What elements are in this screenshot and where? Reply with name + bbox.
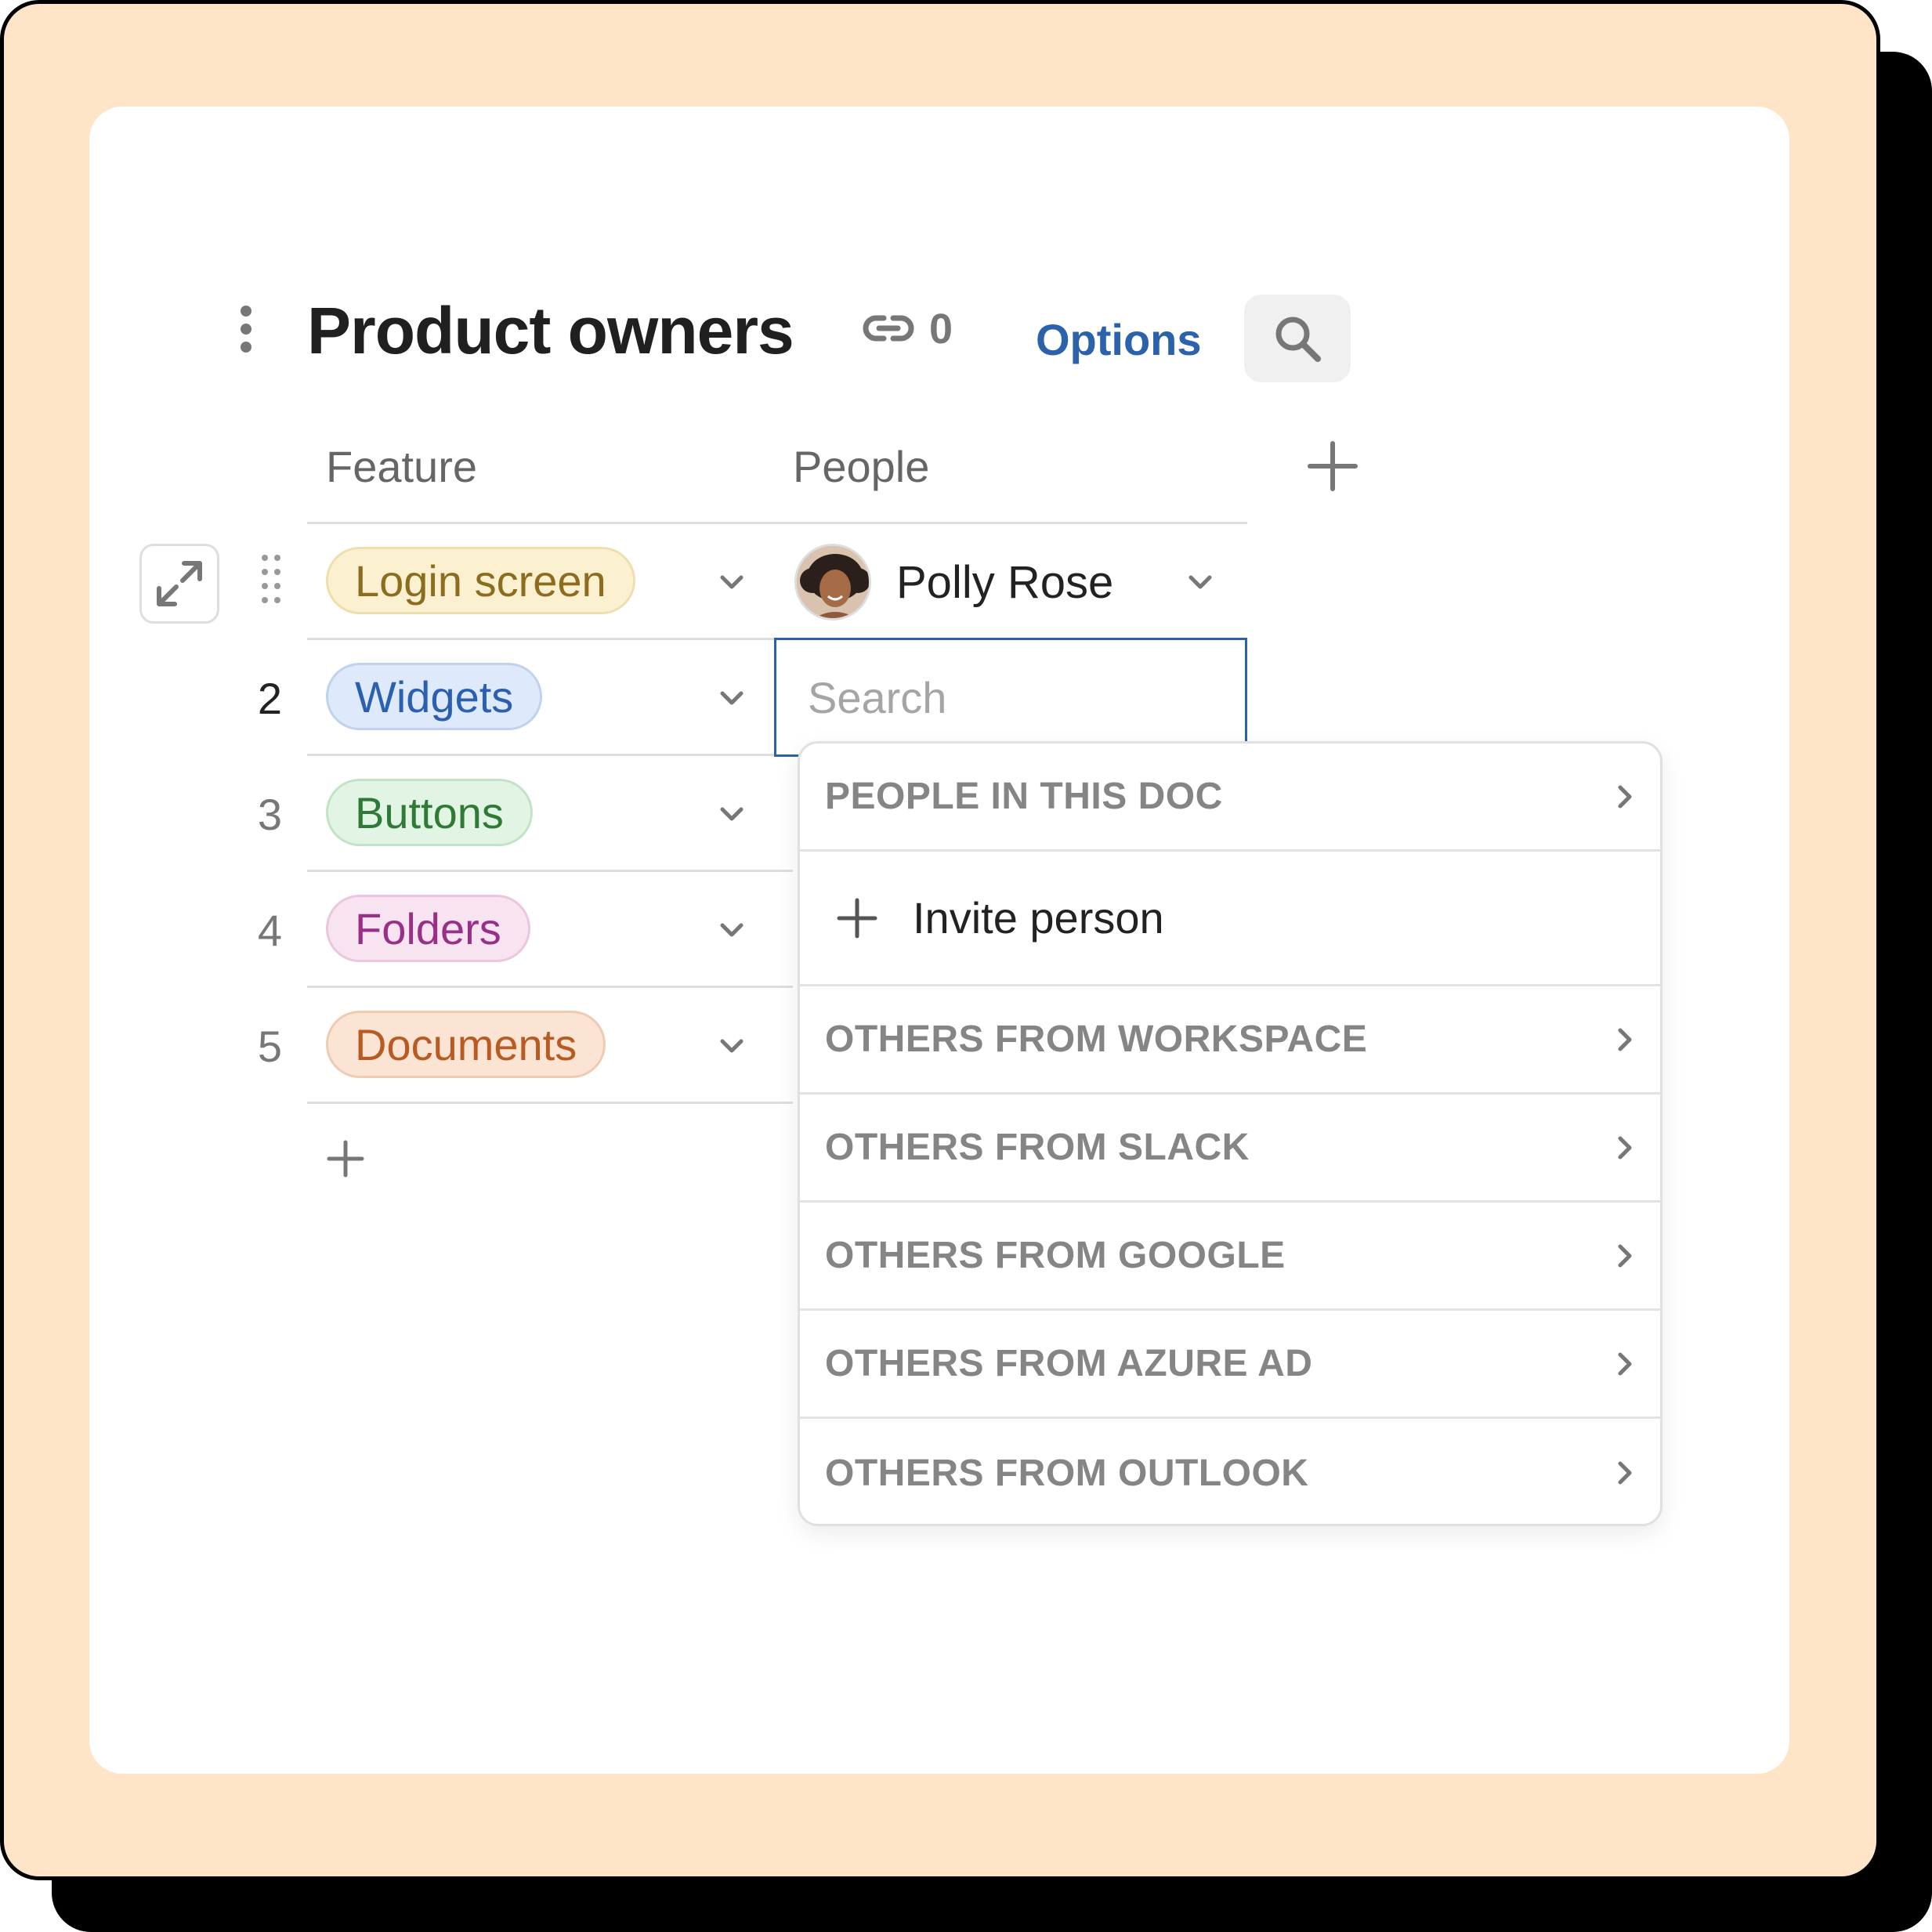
section-label: PEOPLE IN THIS DOC (825, 776, 1223, 817)
chevron-down-icon[interactable] (716, 1034, 747, 1058)
chevron-right-icon (1618, 1136, 1632, 1159)
section-others-from-slack[interactable]: OTHERS FROM SLACK (800, 1094, 1660, 1203)
chevron-down-icon[interactable] (716, 802, 747, 826)
chevron-down-icon[interactable] (716, 570, 747, 594)
section-label: OTHERS FROM AZURE AD (825, 1343, 1313, 1384)
section-label: OTHERS FROM GOOGLE (825, 1235, 1286, 1276)
page-title: Product owners (307, 294, 794, 367)
people-search-input[interactable] (774, 638, 1247, 757)
avatar (794, 544, 871, 620)
chevron-down-icon[interactable] (716, 686, 747, 710)
section-label: OTHERS FROM OUTLOOK (825, 1452, 1309, 1494)
section-label: OTHERS FROM WORKSPACE (825, 1018, 1368, 1060)
row-divider (307, 870, 793, 872)
link-count: 0 (929, 306, 953, 353)
section-others-from-azure-ad[interactable]: OTHERS FROM AZURE AD (800, 1311, 1660, 1419)
header-divider (307, 522, 1247, 524)
section-others-from-workspace[interactable]: OTHERS FROM WORKSPACE (800, 986, 1660, 1094)
person-name[interactable]: Polly Rose (896, 552, 1113, 614)
chevron-down-icon[interactable] (716, 918, 747, 942)
row-number: 4 (257, 906, 282, 955)
row-divider (307, 1102, 793, 1104)
add-row-plus-icon[interactable] (324, 1138, 367, 1180)
feature-tag-folders[interactable]: Folders (326, 895, 530, 962)
options-button[interactable]: Options (1036, 310, 1202, 370)
section-label: OTHERS FROM SLACK (825, 1127, 1250, 1168)
row-divider (307, 986, 793, 988)
add-column-plus-icon[interactable] (1307, 440, 1359, 492)
chevron-right-icon (1618, 1461, 1632, 1485)
row-divider (307, 754, 793, 756)
search-button[interactable] (1244, 295, 1351, 382)
drag-handle-icon[interactable] (262, 555, 280, 606)
column-header-feature[interactable]: Feature (326, 436, 477, 498)
column-header-people[interactable]: People (793, 436, 929, 498)
chevron-right-icon (1618, 1244, 1632, 1267)
section-others-from-google[interactable]: OTHERS FROM GOOGLE (800, 1203, 1660, 1311)
invite-person-button[interactable]: Invite person (800, 852, 1660, 986)
chevron-right-icon (1618, 1028, 1632, 1051)
chevron-down-icon[interactable] (1185, 570, 1216, 594)
feature-tag-documents[interactable]: Documents (326, 1011, 606, 1078)
link-icon[interactable] (860, 307, 917, 349)
plus-icon (837, 898, 877, 938)
kebab-menu-icon[interactable] (235, 306, 257, 353)
chevron-right-icon (1618, 1352, 1632, 1375)
feature-tag-buttons[interactable]: Buttons (326, 779, 533, 846)
row-number: 3 (257, 790, 282, 839)
expand-icon (157, 561, 202, 606)
section-others-from-outlook[interactable]: OTHERS FROM OUTLOOK (800, 1419, 1660, 1524)
row-number: 5 (257, 1022, 282, 1071)
invite-person-label: Invite person (913, 893, 1164, 942)
row-number: 2 (257, 674, 282, 723)
section-people-in-doc[interactable]: PEOPLE IN THIS DOC (800, 743, 1660, 852)
feature-tag-widgets[interactable]: Widgets (326, 663, 543, 730)
feature-tag-login-screen[interactable]: Login screen (326, 547, 635, 614)
expand-row-button[interactable] (139, 544, 219, 624)
search-icon (1275, 317, 1321, 362)
people-picker-dropdown: PEOPLE IN THIS DOC Invite person OTHERS … (798, 741, 1662, 1526)
chevron-right-icon (1618, 785, 1632, 808)
